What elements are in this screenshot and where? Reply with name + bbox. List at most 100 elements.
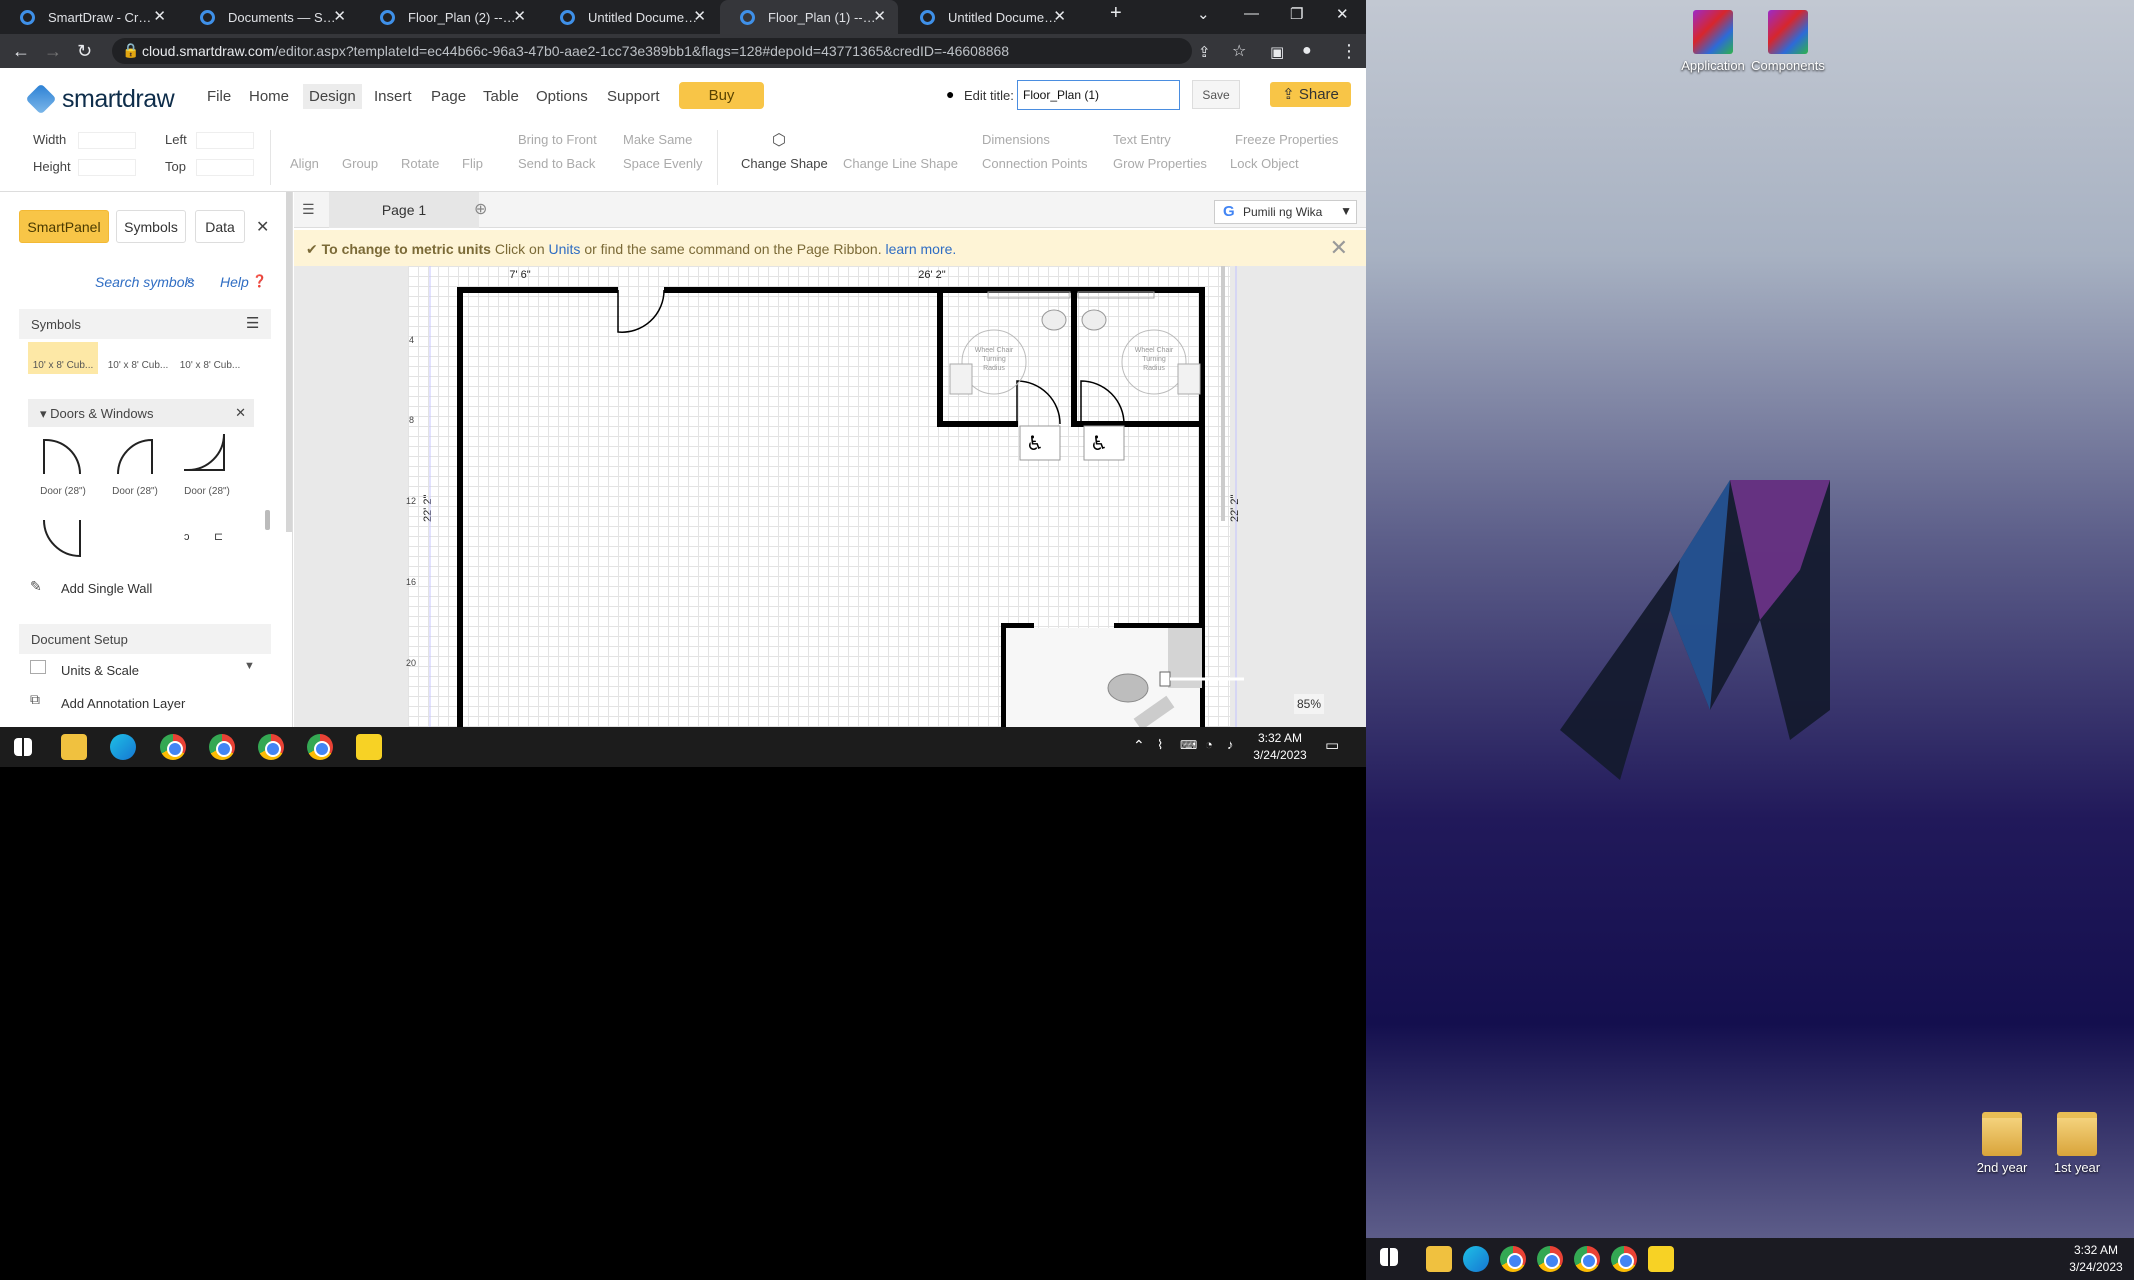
share-page-icon[interactable]: ⇪	[1198, 43, 1211, 61]
doors-windows-header[interactable]: ▾ Doors & Windows ✕	[28, 399, 254, 427]
door-symbol-icon[interactable]	[40, 520, 86, 560]
rotate-button[interactable]: Rotate	[401, 156, 439, 171]
restroom-door[interactable]	[1080, 380, 1125, 425]
tab-page-1[interactable]: Page 1	[329, 192, 479, 228]
system-clock[interactable]: 3:32 AM 3/24/2023	[1250, 730, 1310, 764]
document-setup-header[interactable]: Document Setup	[19, 624, 271, 654]
menu-table[interactable]: Table	[483, 88, 519, 105]
top-input[interactable]	[196, 159, 254, 176]
width-input[interactable]	[78, 132, 136, 149]
flip-button[interactable]: Flip	[462, 156, 483, 171]
edge-icon[interactable]	[110, 734, 136, 760]
menu-home[interactable]: Home	[249, 88, 289, 105]
selection-handle[interactable]	[1159, 671, 1171, 687]
cubicle-symbol[interactable]: 10' x 8' Cub...	[28, 342, 98, 374]
units-scale-item[interactable]: Units & Scale	[61, 663, 139, 678]
show-hidden-icons-icon[interactable]: ⌃	[1133, 737, 1145, 754]
menu-file[interactable]: File	[207, 88, 231, 105]
forward-icon[interactable]: →	[44, 41, 62, 62]
units-checkbox-icon[interactable]	[30, 660, 46, 674]
bookmark-star-icon[interactable]: ☆	[1232, 41, 1246, 61]
wifi-icon[interactable]: ◔	[1205, 737, 1213, 752]
share-button[interactable]: ⇪ Share	[1270, 82, 1351, 107]
search-symbols-link[interactable]: Search symbols	[95, 274, 195, 290]
connection-points-button[interactable]: Connection Points	[982, 156, 1088, 171]
close-panel-icon[interactable]: ✕	[256, 217, 269, 237]
browser-tab[interactable]: Documents — SmartD✕	[180, 0, 358, 34]
new-tab-icon[interactable]: +	[1110, 2, 1122, 25]
chrome-icon[interactable]	[1574, 1246, 1600, 1272]
restroom-door[interactable]	[1016, 380, 1061, 425]
desktop-icon-components[interactable]: Components	[1743, 10, 1833, 73]
learn-more-link[interactable]: learn more.	[886, 241, 957, 257]
door-symbol-icon[interactable]	[184, 434, 230, 474]
tab-search-icon[interactable]: ⌄	[1197, 5, 1210, 23]
floor-plan[interactable]: 4 8 12 16 20 7' 6" 26' 2" 22' 2" 22' 2"	[294, 266, 1366, 727]
edge-icon[interactable]	[1463, 1246, 1489, 1272]
restroom-sign-icon[interactable]: ♿	[1083, 425, 1125, 461]
file-explorer-icon[interactable]	[61, 734, 87, 760]
volume-icon[interactable]: ♪	[1227, 737, 1234, 752]
close-window-icon[interactable]: ✕	[1336, 5, 1349, 23]
desktop-icon-1st-year[interactable]: 1st year	[2032, 1112, 2122, 1175]
page-list-icon[interactable]: ☰	[302, 201, 315, 218]
url-field[interactable]: 🔒 cloud.smartdraw.com/editor.aspx?templa…	[112, 38, 1192, 64]
tab-data[interactable]: Data	[195, 210, 245, 243]
door-symbol-icon[interactable]	[40, 434, 86, 474]
add-single-wall-link[interactable]: Add Single Wall	[61, 581, 152, 596]
window-symbol-icon[interactable]: ↄ ⊏	[184, 530, 223, 543]
space-evenly-button[interactable]: Space Evenly	[623, 156, 703, 171]
office-chair[interactable]	[1107, 673, 1149, 703]
system-clock[interactable]: 3:32 AM 3/24/2023	[2066, 1242, 2126, 1276]
door-symbol-icon[interactable]	[112, 434, 158, 474]
network-icon[interactable]: ⌇	[1157, 737, 1163, 753]
close-tab-icon[interactable]: ✕	[1053, 7, 1066, 25]
title-input[interactable]	[1017, 80, 1180, 110]
side-panel-icon[interactable]: ▣	[1270, 43, 1284, 61]
browser-tab-active[interactable]: Floor_Plan (1) -- Smar✕	[720, 0, 898, 34]
close-tab-icon[interactable]: ✕	[153, 7, 166, 25]
lock-object-button[interactable]: Lock Object	[1230, 156, 1299, 171]
browser-tab[interactable]: Floor_Plan (2) -- Smar✕	[360, 0, 538, 34]
dimensions-button[interactable]: Dimensions	[982, 132, 1050, 147]
drawing-canvas[interactable]: 4 8 12 16 20 7' 6" 26' 2" 22' 2" 22' 2"	[294, 266, 1366, 727]
cubicle-symbol[interactable]: 10' x 8' Cub...	[175, 342, 245, 374]
menu-support[interactable]: Support	[607, 88, 660, 105]
height-input[interactable]	[78, 159, 136, 176]
file-explorer-icon[interactable]	[1426, 1246, 1452, 1272]
close-tab-icon[interactable]: ✕	[333, 7, 346, 25]
panel-scrollbar[interactable]	[265, 510, 270, 530]
close-tab-icon[interactable]: ✕	[513, 7, 526, 25]
chrome-icon[interactable]	[307, 734, 333, 760]
sticky-notes-icon[interactable]	[356, 734, 382, 760]
text-entry-button[interactable]: Text Entry	[1113, 132, 1171, 147]
help-link[interactable]: Help	[220, 274, 249, 290]
tab-symbols[interactable]: Symbols	[116, 210, 186, 243]
notification-icon[interactable]: ▭	[1325, 736, 1339, 754]
browser-tab[interactable]: SmartDraw - Create Fl✕	[0, 0, 178, 34]
zoom-level[interactable]: 85%	[1294, 694, 1324, 714]
canvas-scrollbar[interactable]	[1221, 266, 1225, 521]
remove-icon[interactable]: ✕	[235, 405, 246, 421]
freeze-properties-button[interactable]: Freeze Properties	[1235, 132, 1338, 147]
buy-button[interactable]: Buy	[679, 82, 764, 109]
units-link[interactable]: Units	[549, 241, 581, 257]
hamburger-icon[interactable]: ☰	[246, 314, 259, 332]
chrome-icon[interactable]	[160, 734, 186, 760]
change-line-shape-button[interactable]: Change Line Shape	[843, 156, 958, 171]
sticky-notes-icon[interactable]	[1648, 1246, 1674, 1272]
entrance-door[interactable]	[617, 289, 665, 333]
panel-scroll-track[interactable]	[286, 192, 292, 532]
cubicle-symbol[interactable]: 10' x 8' Cub...	[103, 342, 173, 374]
grow-properties-button[interactable]: Grow Properties	[1113, 156, 1207, 171]
chrome-icon[interactable]	[209, 734, 235, 760]
add-annotation-layer-link[interactable]: Add Annotation Layer	[61, 696, 185, 711]
close-tab-icon[interactable]: ✕	[693, 7, 706, 25]
bring-to-front-button[interactable]: Bring to Front	[518, 132, 597, 147]
send-to-back-button[interactable]: Send to Back	[518, 156, 595, 171]
symbols-header[interactable]: Symbols	[19, 309, 271, 339]
change-shape-button[interactable]: Change Shape	[741, 156, 828, 171]
align-button[interactable]: Align	[290, 156, 319, 171]
menu-insert[interactable]: Insert	[374, 88, 412, 105]
group-button[interactable]: Group	[342, 156, 378, 171]
